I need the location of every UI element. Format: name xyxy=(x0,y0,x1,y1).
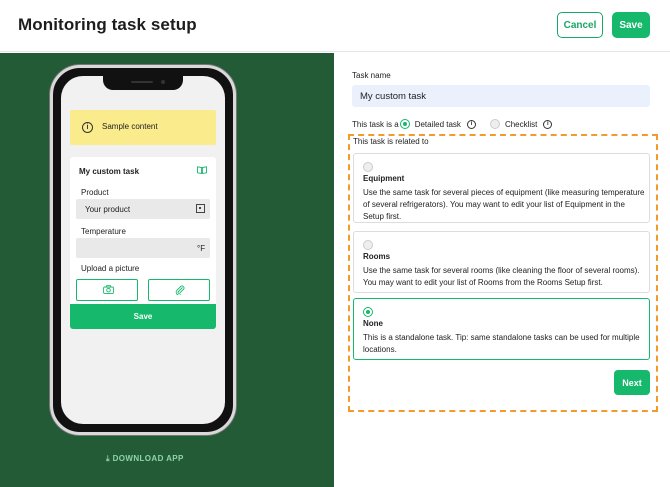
task-preview-card: My custom task Product Your product Temp… xyxy=(70,157,216,329)
info-icon[interactable]: i xyxy=(466,119,476,129)
info-icon: i xyxy=(82,122,93,133)
option-none[interactable]: None This is a standalone task. Tip: sam… xyxy=(353,298,650,360)
rooms-radio[interactable] xyxy=(363,240,373,250)
info-icon[interactable]: i xyxy=(543,119,553,129)
product-field: Your product xyxy=(76,199,210,219)
save-button[interactable]: Save xyxy=(612,12,650,38)
preview-panel: i Sample content My custom task Product … xyxy=(0,53,334,487)
attachment-upload-button xyxy=(148,279,210,301)
paperclip-icon xyxy=(175,285,185,297)
product-value: Your product xyxy=(85,205,131,214)
task-type-prefix: This task is a xyxy=(352,119,399,129)
detailed-task-label[interactable]: Detailed task xyxy=(415,120,461,129)
qr-code-icon xyxy=(196,204,205,213)
detailed-task-radio[interactable] xyxy=(399,119,410,129)
equipment-radio[interactable] xyxy=(363,162,373,172)
cancel-button[interactable]: Cancel xyxy=(557,12,603,38)
phone-mockup: i Sample content My custom task Product … xyxy=(50,65,236,435)
upload-label: Upload a picture xyxy=(81,264,140,273)
option-description: Use the same task for several pieces of … xyxy=(363,188,645,221)
option-description: Use the same task for several rooms (lik… xyxy=(363,266,640,287)
temperature-field: °F xyxy=(76,238,210,258)
option-name: None xyxy=(363,319,383,328)
option-description: This is a standalone task. Tip: same sta… xyxy=(363,333,640,354)
product-label: Product xyxy=(81,188,109,197)
camera-lens-icon xyxy=(161,80,165,84)
checklist-radio[interactable] xyxy=(489,119,500,129)
temperature-label: Temperature xyxy=(81,227,126,236)
task-name-input[interactable]: My custom task xyxy=(352,85,650,107)
task-type-row: This task is a Detailed task i Checklist… xyxy=(352,119,553,129)
camera-icon xyxy=(103,285,114,296)
checklist-label[interactable]: Checklist xyxy=(505,120,537,129)
download-app-link[interactable]: ⤓ DOWNLOAD APP xyxy=(106,454,184,464)
top-bar: Monitoring task setup Cancel Save xyxy=(0,0,670,52)
next-button[interactable]: Next xyxy=(614,370,650,395)
preview-task-title: My custom task xyxy=(79,167,140,176)
temperature-unit: °F xyxy=(197,244,206,253)
camera-upload-button xyxy=(76,279,138,301)
related-label: This task is related to xyxy=(353,137,429,146)
option-rooms[interactable]: Rooms Use the same task for several room… xyxy=(353,231,650,293)
download-icon: ⤓ xyxy=(106,454,110,463)
task-name-value: My custom task xyxy=(360,91,426,102)
book-icon xyxy=(197,166,207,175)
download-app-label: DOWNLOAD APP xyxy=(112,454,184,463)
phone-screen: i Sample content My custom task Product … xyxy=(61,76,225,424)
speaker-icon xyxy=(131,81,153,83)
page-title: Monitoring task setup xyxy=(18,15,197,34)
none-radio[interactable] xyxy=(363,307,373,317)
preview-save-button: Save xyxy=(70,304,216,329)
task-form: Task name My custom task This task is a … xyxy=(334,53,670,487)
option-name: Equipment xyxy=(363,174,405,183)
option-name: Rooms xyxy=(363,252,391,261)
task-name-label: Task name xyxy=(352,71,391,80)
sample-content-label: Sample content xyxy=(102,122,158,131)
option-equipment[interactable]: Equipment Use the same task for several … xyxy=(353,153,650,223)
phone-notch xyxy=(103,76,183,90)
sample-content-banner: i Sample content xyxy=(70,110,216,145)
